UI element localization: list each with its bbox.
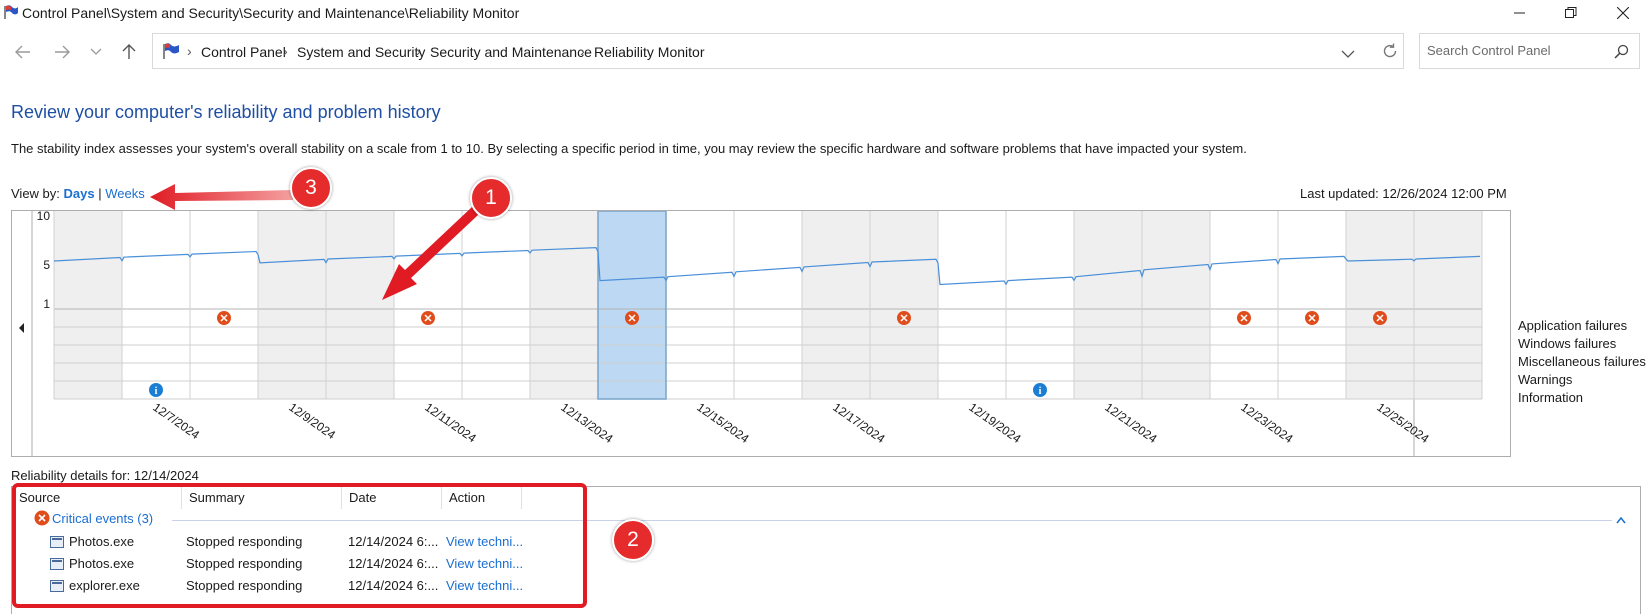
- reliability-chart-svg[interactable]: 10 5 1 i i 12/7/2024 12/9/2024 12/11/2024 12/13/…: [12, 211, 1510, 456]
- chart-day-column[interactable]: [666, 211, 734, 399]
- forward-arrow-icon: [55, 45, 70, 59]
- up-button[interactable]: [115, 38, 143, 66]
- x-tick-label: 12/17/2024: [830, 400, 887, 446]
- chart-day-column[interactable]: [1074, 211, 1142, 399]
- restore-icon: [1565, 7, 1577, 18]
- chart-day-column[interactable]: [54, 211, 122, 399]
- breadcrumb-reliability-monitor[interactable]: Reliability Monitor: [594, 44, 704, 60]
- chart-day-column[interactable]: [462, 211, 530, 399]
- refresh-button[interactable]: [1381, 42, 1399, 65]
- chart-day-column[interactable]: [734, 211, 802, 399]
- search-box[interactable]: Search Control Panel: [1419, 33, 1640, 69]
- legend-windows-failures: Windows failures: [1518, 336, 1617, 351]
- reliability-details-label: Reliability details for: 12/14/2024: [11, 468, 199, 483]
- collapse-chevron-icon[interactable]: [1616, 516, 1626, 524]
- chevron-down-icon: [1341, 50, 1355, 58]
- close-button[interactable]: [1600, 0, 1646, 26]
- chart-scroll-left-area[interactable]: [12, 211, 32, 456]
- chart-day-column[interactable]: [1278, 211, 1346, 399]
- x-tick-label: 12/21/2024: [1102, 400, 1159, 446]
- chart-day-column[interactable]: [1414, 211, 1482, 399]
- last-updated: Last updated: 12/26/2024 12:00 PM: [1300, 186, 1507, 201]
- page-description: The stability index assesses your system…: [11, 141, 1247, 156]
- legend-application-failures: Application failures: [1518, 318, 1628, 333]
- annotation-arrow-3: [150, 184, 293, 210]
- chart-day-column[interactable]: [530, 211, 598, 399]
- chart-day-column[interactable]: [326, 211, 394, 399]
- chart-day-column[interactable]: [1142, 211, 1210, 399]
- x-tick-label: 12/25/2024: [1374, 400, 1431, 446]
- up-arrow-icon: [122, 44, 136, 59]
- x-tick-label: 12/19/2024: [966, 400, 1023, 446]
- title-bar: Control Panel\System and Security\Securi…: [0, 0, 1650, 26]
- breadcrumb-chevron-icon: ›: [187, 43, 192, 59]
- restore-button[interactable]: [1548, 0, 1594, 26]
- y-tick-label: 5: [43, 258, 50, 272]
- breadcrumb-chevron-icon: ›: [580, 43, 585, 59]
- view-by-label: View by:: [11, 186, 60, 201]
- chart-day-column[interactable]: [122, 211, 190, 399]
- annotation-highlight-box: [12, 483, 587, 608]
- breadcrumb-chevron-icon: ›: [283, 43, 288, 59]
- annotation-badge-1: 1: [470, 177, 512, 219]
- legend-information: Information: [1518, 390, 1584, 405]
- refresh-icon: [1383, 43, 1397, 58]
- chart-day-column[interactable]: [1006, 211, 1074, 399]
- x-tick-label: 12/23/2024: [1238, 400, 1295, 446]
- back-button[interactable]: [9, 38, 37, 66]
- y-tick-label: 10: [37, 211, 51, 223]
- minimize-icon: [1514, 12, 1525, 14]
- chart-day-column[interactable]: [870, 211, 938, 399]
- breadcrumb-system-and-security[interactable]: System and Security: [297, 44, 425, 60]
- information-i-glyph: i: [155, 386, 158, 397]
- chart-day-column[interactable]: [1346, 211, 1414, 399]
- control-panel-flag-icon: [163, 43, 179, 59]
- chart-day-column[interactable]: [190, 211, 258, 399]
- forward-button[interactable]: [48, 38, 76, 66]
- chart-day-column[interactable]: [598, 211, 666, 399]
- chart-day-column[interactable]: [394, 211, 462, 399]
- x-tick-label: 12/15/2024: [694, 400, 751, 446]
- recent-locations-button[interactable]: [82, 38, 110, 66]
- window-title: Control Panel\System and Security\Securi…: [22, 5, 520, 21]
- chart-day-column[interactable]: [258, 211, 326, 399]
- annotation-badge-2: 2: [612, 519, 654, 561]
- close-icon: [1617, 7, 1629, 19]
- control-panel-flag-icon: [4, 5, 18, 19]
- address-bar[interactable]: › Control Panel › System and Security › …: [152, 33, 1404, 69]
- chart-day-column[interactable]: [938, 211, 1006, 399]
- search-input[interactable]: Search Control Panel: [1427, 43, 1551, 58]
- x-tick-label: 12/7/2024: [150, 400, 202, 442]
- back-arrow-icon: [15, 45, 30, 59]
- search-icon[interactable]: [1614, 44, 1629, 59]
- breadcrumb-control-panel[interactable]: Control Panel: [201, 44, 286, 60]
- chart-day-column[interactable]: [1210, 211, 1278, 399]
- legend-miscellaneous-failures: Miscellaneous failures: [1518, 354, 1646, 369]
- breadcrumb-chevron-icon: ›: [416, 43, 421, 59]
- x-tick-label: 12/13/2024: [558, 400, 615, 446]
- minimize-button[interactable]: [1497, 0, 1543, 26]
- view-days-link[interactable]: Days: [64, 186, 95, 201]
- information-i-glyph: i: [1039, 386, 1042, 397]
- view-weeks-link[interactable]: Weeks: [105, 186, 145, 201]
- legend-warnings: Warnings: [1518, 372, 1573, 387]
- chevron-down-icon: [90, 48, 102, 55]
- reliability-chart[interactable]: 10 5 1 i i 12/7/2024 12/9/2024 12/11/2024 12/13/…: [11, 210, 1511, 457]
- view-separator: |: [98, 186, 102, 201]
- page-title: Review your computer's reliability and p…: [11, 102, 441, 122]
- breadcrumb-security-and-maintenance[interactable]: Security and Maintenance: [430, 44, 592, 60]
- address-history-button[interactable]: [1341, 46, 1355, 64]
- x-tick-label: 12/9/2024: [286, 400, 338, 442]
- chart-day-column[interactable]: [802, 211, 870, 399]
- annotation-badge-3: 3: [290, 167, 332, 209]
- y-tick-label: 1: [43, 297, 50, 311]
- x-tick-label: 12/11/2024: [422, 400, 479, 446]
- view-by-selector: View by: Days | Weeks: [11, 186, 145, 201]
